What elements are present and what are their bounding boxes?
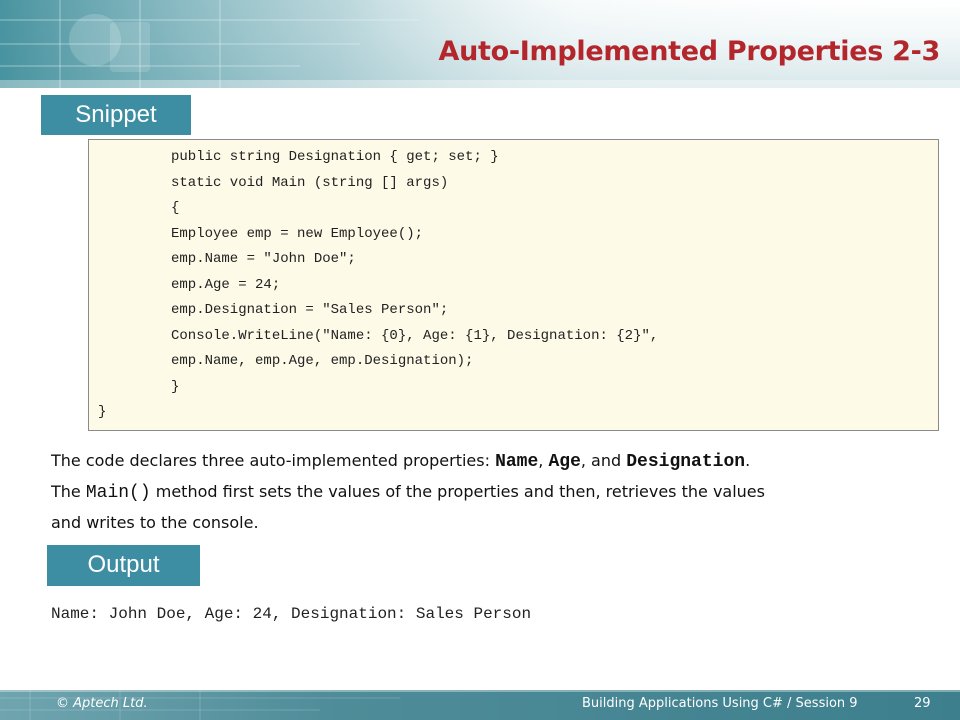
separator-text: , and	[580, 451, 627, 470]
program-output-text: Name: John Doe, Age: 24, Designation: Sa…	[51, 605, 532, 623]
code-line: public string Designation { get; set; }	[171, 149, 499, 165]
code-line: {	[171, 200, 180, 216]
separator-text: ,	[538, 451, 549, 470]
description-line-2: The Main() method first sets the values …	[51, 477, 931, 508]
description-text: The	[51, 482, 86, 501]
code-line: emp.Designation = "Sales Person";	[171, 302, 449, 318]
output-label: Output	[47, 545, 200, 586]
code-line: Console.WriteLine("Name: {0}, Age: {1}, …	[171, 328, 659, 344]
code-line: Employee emp = new Employee();	[171, 226, 424, 242]
snippet-label: Snippet	[41, 95, 191, 135]
description-line-3: and writes to the console.	[51, 513, 259, 532]
footer-bar: © Aptech Ltd. Building Applications Usin…	[0, 690, 960, 720]
main-method-code: Main()	[85, 483, 151, 503]
code-snippet-box: public string Designation { get; set; } …	[88, 139, 939, 431]
code-line: emp.Name, emp.Age, emp.Designation);	[171, 353, 474, 369]
property-name-code: Name	[495, 452, 539, 472]
slide-title: Auto-Implemented Properties 2-3	[438, 36, 941, 67]
footer-page-number: 29	[914, 696, 931, 711]
code-line: }	[98, 404, 107, 420]
description-text: method first sets the values of the prop…	[150, 482, 765, 501]
period-text: .	[745, 451, 751, 470]
code-line: emp.Age = 24;	[171, 277, 281, 293]
footer-course-title: Building Applications Using C# / Session…	[582, 696, 858, 711]
property-age-code: Age	[548, 452, 581, 472]
header-banner: Auto-Implemented Properties 2-3	[0, 0, 960, 88]
property-designation-code: Designation	[626, 452, 746, 472]
code-line: emp.Name = "John Doe";	[171, 251, 356, 267]
description-line-1: The code declares three auto-implemented…	[51, 446, 931, 477]
code-line: static void Main (string [] args)	[171, 175, 449, 191]
footer-copyright: © Aptech Ltd.	[56, 696, 148, 711]
description-paragraph: The code declares three auto-implemented…	[51, 446, 931, 537]
code-line: }	[171, 379, 180, 395]
description-text: The code declares three auto-implemented…	[51, 451, 496, 470]
